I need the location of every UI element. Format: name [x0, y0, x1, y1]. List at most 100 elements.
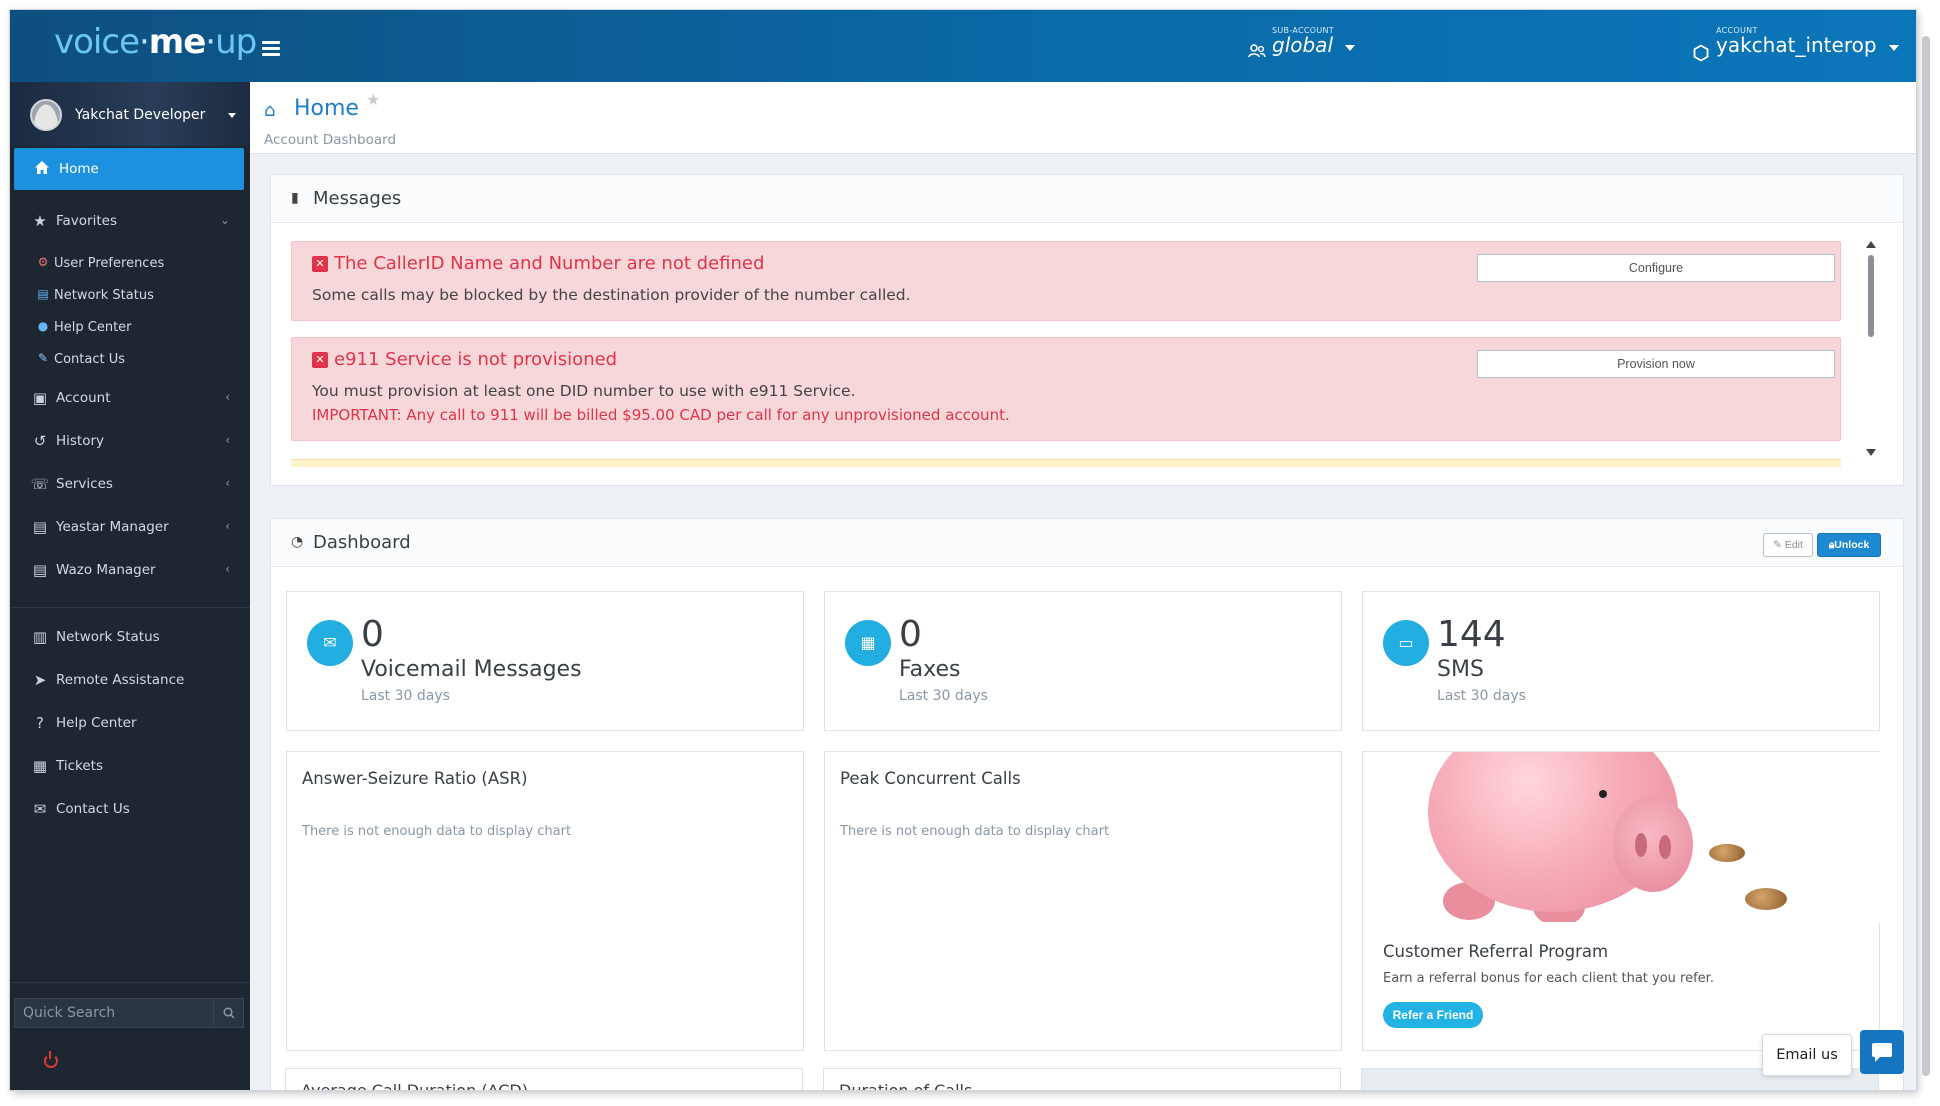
- panel-title: Peak Concurrent Calls: [840, 769, 1021, 788]
- logo-text-up: up: [215, 22, 257, 62]
- messages-title: Messages: [313, 188, 402, 209]
- sidebar-item-help-center-fav[interactable]: ● Help Center: [10, 312, 250, 342]
- top-bar: voice·me·up SUB-ACCOUNT global ACCOUNT y…: [10, 10, 1916, 82]
- menu-toggle-icon[interactable]: [262, 41, 280, 56]
- sidebar: Yakchat Developer Home ★ Favorites ⌄ ⚙ U…: [10, 82, 250, 1090]
- stat-voicemail[interactable]: ✉ 0 Voicemail Messages Last 30 days: [286, 591, 804, 731]
- stat-value: 0: [899, 614, 922, 655]
- message-icon: ▮: [291, 190, 299, 206]
- alert-important: IMPORTANT: Any call to 911 will be bille…: [312, 406, 1010, 424]
- power-icon[interactable]: [44, 1051, 58, 1068]
- pig-nostril: [1635, 833, 1647, 857]
- sidebar-item-account[interactable]: ▣ Account ‹: [10, 380, 250, 416]
- sidebar-item-label: Account: [56, 390, 111, 406]
- ticket-icon: ▦: [32, 757, 48, 775]
- messages-scrollbar[interactable]: [1866, 241, 1876, 461]
- edit-button[interactable]: ✎ Edit: [1763, 533, 1813, 557]
- messages-card: ▮ Messages ✕ The CallerID Name and Numbe…: [270, 174, 1904, 486]
- alert-heading: The CallerID Name and Number are not def…: [334, 253, 765, 274]
- sidebar-item-label: Tickets: [56, 758, 103, 774]
- referral-panel: Customer Referral Program Earn a referra…: [1362, 751, 1881, 1051]
- panel-title: Duration of Calls: [839, 1081, 972, 1090]
- home-icon: ⌂: [264, 100, 276, 121]
- user-cog-icon: ⚙: [37, 255, 49, 269]
- alert-body: You must provision at least one DID numb…: [312, 382, 856, 400]
- e911-alert: ✕ e911 Service is not provisioned You mu…: [291, 337, 1841, 441]
- email-us-button[interactable]: Email us: [1762, 1034, 1852, 1076]
- sidebar-item-help-center[interactable]: ? Help Center: [10, 705, 250, 741]
- peak-calls-panel: Peak Concurrent Calls There is not enoug…: [824, 751, 1342, 1051]
- sidebar-item-network-status-fav[interactable]: ▤ Network Status: [10, 280, 250, 310]
- alert-body: Some calls may be blocked by the destina…: [312, 286, 911, 304]
- panel-title: Answer-Seizure Ratio (ASR): [302, 769, 528, 788]
- sidebar-item-label: Help Center: [54, 320, 132, 335]
- sms-icon: ▭: [1383, 620, 1429, 666]
- sidebar-divider: [10, 607, 250, 608]
- sidebar-item-home[interactable]: Home: [14, 148, 244, 190]
- window-scrollbar[interactable]: [1922, 36, 1930, 1076]
- warning-alert-partial: [291, 459, 1841, 467]
- sidebar-divider: [10, 982, 250, 983]
- subaccount-selector[interactable]: SUB-ACCOUNT global: [1248, 26, 1355, 58]
- sidebar-item-label: Favorites: [56, 213, 117, 229]
- sidebar-item-contact-us-fav[interactable]: ✎ Contact Us: [10, 344, 250, 374]
- sidebar-item-tickets[interactable]: ▦ Tickets: [10, 748, 250, 784]
- promo-text: Earn a referral bonus for each client th…: [1383, 971, 1714, 986]
- favorite-star-icon[interactable]: ★: [366, 90, 380, 109]
- help-icon: ●: [37, 319, 49, 333]
- unlock-button[interactable]: 🔒︎Unlock: [1817, 533, 1881, 557]
- users-icon: [1248, 44, 1266, 58]
- sidebar-item-label: Services: [56, 476, 113, 492]
- stat-label: Voicemail Messages: [361, 657, 582, 682]
- user-menu[interactable]: Yakchat Developer: [10, 82, 250, 146]
- scroll-thumb[interactable]: [1868, 255, 1874, 337]
- envelope-icon: ✉: [307, 620, 353, 666]
- account-selector[interactable]: ACCOUNT yakchat_interop: [1692, 26, 1899, 62]
- sidebar-item-label: Contact Us: [56, 801, 130, 817]
- search-button[interactable]: [213, 999, 243, 1027]
- dashboard-card: ◔ Dashboard ✎ Edit 🔒︎Unlock ✉ 0 Voicemai…: [270, 518, 1904, 1090]
- scroll-up-arrow-icon[interactable]: [1866, 241, 1876, 248]
- dashboard-icon: ◔: [291, 534, 304, 550]
- stat-value: 0: [361, 614, 384, 655]
- acd-panel: Average Call Duration (ACD): [285, 1068, 803, 1090]
- provision-now-button[interactable]: Provision now: [1477, 350, 1835, 378]
- sidebar-item-remote-assistance[interactable]: ➤ Remote Assistance: [10, 662, 250, 698]
- quick-search-input[interactable]: [15, 999, 213, 1027]
- sidebar-item-history[interactable]: ↺ History ‹: [10, 423, 250, 459]
- sidebar-item-favorites[interactable]: ★ Favorites ⌄: [10, 203, 250, 239]
- server-icon: ▤: [32, 518, 48, 536]
- stat-label: Faxes: [899, 657, 961, 682]
- sidebar-item-services[interactable]: ☏ Services ‹: [10, 466, 250, 502]
- refer-a-friend-button[interactable]: Refer a Friend: [1383, 1002, 1483, 1028]
- quick-search: [14, 998, 244, 1028]
- scroll-down-arrow-icon[interactable]: [1866, 449, 1876, 456]
- sidebar-item-wazo-manager[interactable]: ▤ Wazo Manager ‹: [10, 552, 250, 588]
- unlock-label: Unlock: [1834, 538, 1870, 551]
- chat-button[interactable]: [1860, 1030, 1904, 1074]
- pig-snout: [1613, 797, 1693, 892]
- stat-sms[interactable]: ▭ 144 SMS Last 30 days: [1362, 591, 1880, 731]
- logo-text-me: me: [148, 22, 206, 62]
- logo-text-voice: voice: [54, 22, 140, 62]
- logo[interactable]: voice·me·up: [54, 22, 257, 62]
- stat-faxes[interactable]: ▦ 0 Faxes Last 30 days: [824, 591, 1342, 731]
- chevron-left-icon: ‹: [225, 562, 230, 576]
- coin: [1709, 844, 1745, 862]
- star-icon: ★: [33, 212, 47, 230]
- sidebar-item-user-preferences[interactable]: ⚙ User Preferences: [10, 248, 250, 278]
- sidebar-item-yeastar-manager[interactable]: ▤ Yeastar Manager ‹: [10, 509, 250, 545]
- chat-bubble-icon: [1872, 1043, 1892, 1062]
- page-title: Home: [294, 96, 359, 121]
- promo-title: Customer Referral Program: [1383, 942, 1609, 961]
- no-data-message: There is not enough data to display char…: [840, 824, 1110, 839]
- sidebar-item-contact-us[interactable]: ✉ Contact Us: [10, 791, 250, 827]
- pointer-icon: ➤: [33, 671, 47, 689]
- sidebar-item-network-status[interactable]: ▥ Network Status: [10, 619, 250, 655]
- chevron-down-icon: ⌄: [219, 213, 230, 227]
- edit-icon: ✎: [37, 351, 49, 365]
- server-icon: ▤: [32, 561, 48, 579]
- messages-card-header: ▮ Messages: [271, 175, 1903, 223]
- configure-button[interactable]: Configure: [1477, 254, 1835, 282]
- edit-label: Edit: [1784, 539, 1803, 551]
